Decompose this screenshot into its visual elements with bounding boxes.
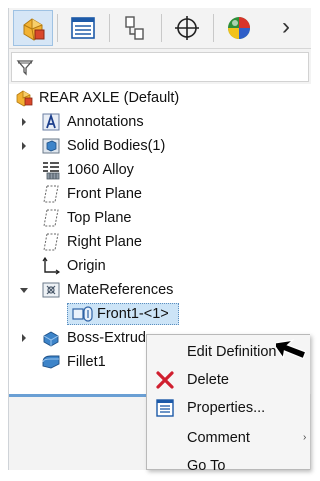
manager-tab-bar: › [9,8,311,49]
tree-item-label: Front1-<1> [97,306,169,322]
annotations-icon [42,113,60,131]
dimxpert-icon [175,16,199,40]
expand-arrow-icon[interactable] [19,110,29,134]
plane-icon [43,209,59,227]
menu-item-go-to[interactable]: Go To [147,451,311,481]
tree-item-label: MateReferences [67,282,174,298]
menu-item-label: Go To [187,458,226,474]
pointer-cursor-icon [276,339,307,360]
tree-item-right-plane[interactable]: Right Plane [9,230,303,254]
tree-root-item[interactable]: REAR AXLE (Default) [13,86,303,110]
menu-item-label: Properties... [187,400,266,416]
plane-icon [43,185,59,203]
properties-icon [156,399,174,417]
solid-bodies-icon [42,138,60,154]
tab-propertymanager[interactable] [63,10,103,46]
tree-item-front1[interactable]: Front1-<1> [67,302,179,326]
menu-item-label: Edit Definition [187,344,277,360]
delete-icon [156,371,174,389]
tree-item-origin[interactable]: Origin [9,254,303,278]
expand-arrow-icon[interactable] [19,134,29,158]
tree-item-label: Boss-Extrud [67,330,146,346]
tree-item-top-plane[interactable]: Top Plane [9,206,303,230]
tree-root-label: REAR AXLE (Default) [39,90,180,106]
fillet-icon [42,355,60,369]
featuremanager-icon [23,18,45,41]
displaymanager-icon [228,17,250,39]
tree-item-label: Origin [67,258,106,274]
material-icon [43,162,60,180]
tree-item-label: Right Plane [67,234,142,250]
menu-item-label: Comment [187,430,250,446]
expand-arrow-icon[interactable] [19,326,29,350]
tree-rollback-bar[interactable] [9,394,151,397]
menu-item-properties[interactable]: Properties... [147,393,311,423]
configurationmanager-icon [125,16,144,40]
tree-item-label: Annotations [67,114,144,130]
tree-item-label: Top Plane [67,210,132,226]
tree-item-boss-extrude[interactable]: Boss-Extrud [9,326,155,350]
collapse-arrow-icon[interactable] [19,278,29,302]
tab-dimxpertmanager[interactable] [167,10,207,46]
tree-item-matereferences[interactable]: MateReferences [9,278,303,302]
tree-item-front-plane[interactable]: Front Plane [9,182,303,206]
chevron-right-icon: › [282,13,290,40]
tab-configurationmanager[interactable] [115,10,155,46]
plane-icon [43,233,59,251]
more-tabs-button[interactable]: › [271,10,301,46]
tree-item-annotations[interactable]: Annotations [9,110,303,134]
filter-icon [16,60,34,76]
tab-displaymanager[interactable] [219,10,259,46]
matereferences-icon [42,282,60,298]
tree-item-label: Front Plane [67,186,142,202]
menu-item-comment[interactable]: Comment › [147,423,311,453]
tree-item-solid-bodies[interactable]: Solid Bodies(1) [9,134,303,158]
tree-item-fillet[interactable]: Fillet1 [9,350,155,374]
origin-icon [42,256,61,275]
tree-item-label: Solid Bodies(1) [67,138,166,154]
boss-extrude-icon [43,331,59,347]
part-icon [16,90,33,107]
propertymanager-icon [71,17,95,39]
tree-filter-field[interactable] [11,52,309,82]
submenu-arrow-icon: › [303,432,307,443]
tree-item-label: 1060 Alloy [67,162,134,178]
menu-item-label: Delete [187,372,229,388]
tree-item-material[interactable]: 1060 Alloy [9,158,303,182]
mate-reference-icon [72,306,93,322]
tab-featuremanager[interactable] [13,10,53,46]
tree-item-label: Fillet1 [67,354,106,370]
